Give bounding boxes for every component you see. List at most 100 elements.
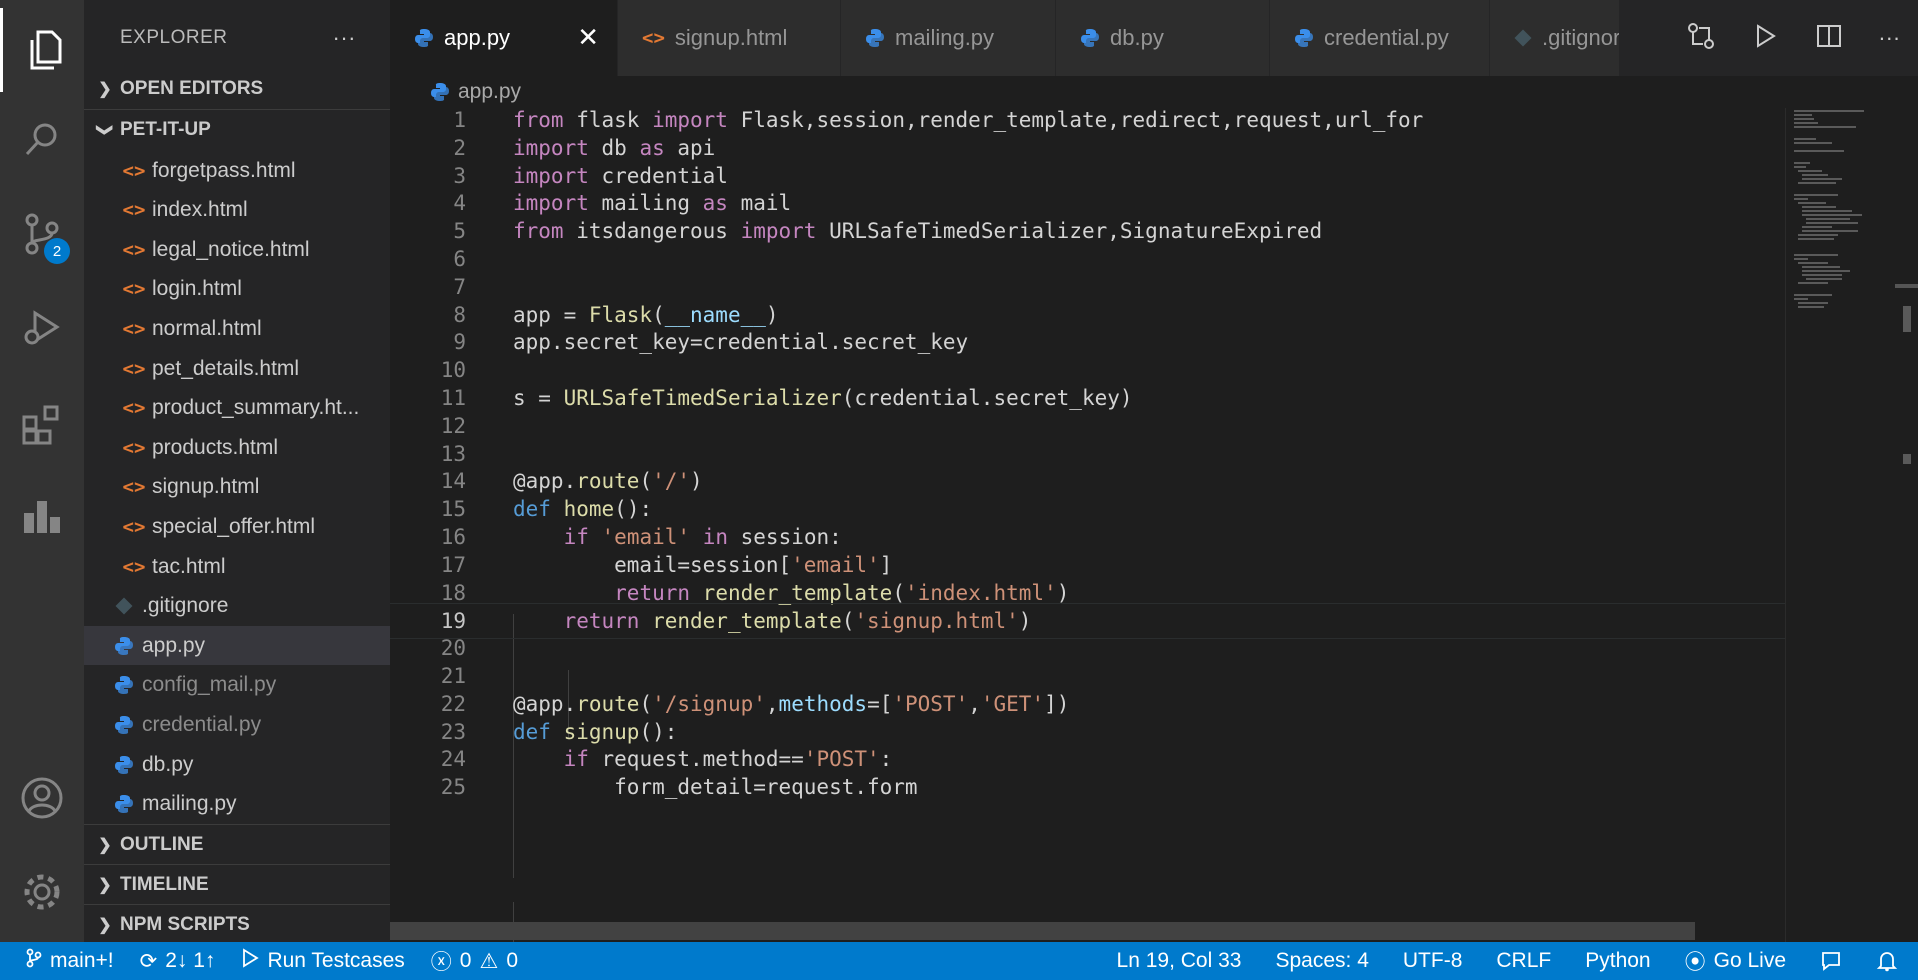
chevron-right-icon: ❯	[98, 917, 112, 934]
run-debug-icon[interactable]	[0, 286, 84, 370]
tab-label: .gitignore	[1542, 25, 1620, 50]
more-actions-icon[interactable]: ···	[333, 25, 356, 51]
horizontal-scrollbar[interactable]	[390, 922, 1695, 940]
error-icon: ⓧ	[430, 951, 452, 974]
file-item[interactable]: <> tac.html	[84, 547, 390, 586]
file-name: products.html	[152, 435, 279, 459]
settings-gear-icon[interactable]	[0, 850, 84, 934]
source-control-icon[interactable]	[0, 192, 84, 276]
html-icon: <>	[122, 238, 146, 261]
split-editor-icon[interactable]	[1815, 22, 1843, 55]
html-icon: <>	[122, 555, 146, 578]
editor-tab[interactable]: <> signup.html	[618, 0, 841, 76]
line-number: 14	[440, 469, 466, 494]
analytics-icon[interactable]	[0, 474, 84, 558]
scm-badge: 2	[44, 238, 70, 264]
editor-tab[interactable]: db.py	[1056, 0, 1270, 76]
git-icon	[110, 597, 138, 615]
line-number: 5	[453, 219, 466, 244]
encoding[interactable]: UTF-8	[1403, 949, 1463, 973]
section-label: NPM SCRIPTS	[120, 914, 250, 935]
line-number: 16	[440, 525, 466, 549]
editor-tab[interactable]: .gitignore	[1490, 0, 1620, 76]
editor-tab[interactable]: credential.py	[1270, 0, 1490, 76]
code-text: import mailing as mail	[513, 191, 792, 216]
section-label: TIMELINE	[120, 874, 209, 895]
warning-icon: ⚠	[479, 949, 499, 973]
section-project[interactable]: ❯ PET-IT-UP	[84, 109, 390, 150]
file-name: db.py	[142, 752, 194, 776]
indentation[interactable]: Spaces: 4	[1275, 949, 1368, 973]
feedback-icon[interactable]	[1820, 950, 1842, 972]
editor-tab[interactable]: mailing.py	[841, 0, 1056, 76]
vertical-scrollbar[interactable]	[1895, 108, 1918, 942]
file-item[interactable]: <> index.html	[84, 191, 390, 230]
section-label: OUTLINE	[120, 834, 204, 855]
editor-tab[interactable]: app.py ✕	[390, 0, 618, 76]
file-item[interactable]: <> pet_details.html	[84, 349, 390, 388]
run-file-icon[interactable]	[1751, 22, 1779, 55]
line-number: 10	[440, 358, 466, 383]
language-mode[interactable]: Python	[1585, 949, 1650, 973]
explorer-icon[interactable]	[0, 8, 84, 92]
file-item[interactable]: <> special_offer.html	[84, 507, 390, 546]
file-item[interactable]: <> signup.html	[84, 468, 390, 507]
file-item[interactable]: <> forgetpass.html	[84, 151, 390, 190]
close-tab-icon[interactable]: ✕	[577, 22, 599, 53]
file-name: signup.html	[152, 475, 260, 499]
file-item[interactable]: <> normal.html	[84, 309, 390, 348]
more-editor-actions-icon[interactable]: ···	[1878, 25, 1900, 51]
file-item[interactable]: <> products.html	[84, 428, 390, 467]
code-line[interactable]: 25 form_detail=request.form	[390, 770, 1785, 804]
line-number: 12	[440, 413, 466, 438]
file-item[interactable]: <> legal_notice.html	[84, 230, 390, 269]
file-item[interactable]: <> product_summary.ht...	[84, 389, 390, 428]
run-testcases-button[interactable]: Run Testcases	[241, 948, 405, 974]
extensions-icon[interactable]	[0, 382, 84, 466]
compare-changes-icon[interactable]	[1686, 21, 1716, 56]
scroll-thumb[interactable]	[1903, 306, 1911, 332]
notifications-bell-icon[interactable]	[1876, 950, 1898, 972]
code-text: if request.method=='POST':	[563, 747, 893, 772]
line-number: 24	[440, 747, 466, 772]
end-of-line[interactable]: CRLF	[1496, 949, 1551, 973]
file-item[interactable]: .gitignore	[84, 587, 390, 626]
python-icon	[1080, 28, 1100, 48]
section-timeline[interactable]: ❯ TIMELINE	[84, 864, 390, 905]
code-editor[interactable]: 1 from flask import Flask,session,render_…	[390, 108, 1785, 942]
file-name: product_summary.ht...	[152, 396, 360, 420]
line-number: 11	[440, 386, 466, 410]
code-text: email=session['email']	[513, 552, 893, 577]
cursor-position[interactable]: Ln 19, Col 33	[1117, 949, 1242, 973]
file-name: app.py	[142, 633, 206, 657]
line-number: 18	[440, 580, 466, 605]
python-icon	[865, 28, 885, 48]
sync-icon: ⟳	[139, 949, 158, 973]
minimap[interactable]	[1785, 108, 1896, 942]
line-number: 23	[440, 719, 466, 744]
status-bar: main+! ⟳ 2↓ 1↑ Run Testcases ⓧ 0 ⚠ 0 Ln …	[0, 942, 1918, 980]
error-count: 0	[459, 949, 472, 972]
file-item[interactable]: mailing.py	[84, 785, 390, 824]
problems-indicator[interactable]: ⓧ 0 ⚠ 0	[431, 946, 518, 976]
sync-indicator[interactable]: ⟳ 2↓ 1↑	[140, 949, 216, 974]
go-live-label: Go Live	[1713, 949, 1786, 972]
html-icon: <>	[122, 159, 146, 182]
section-open-editors[interactable]: ❯ OPEN EDITORS	[84, 69, 390, 109]
account-icon[interactable]	[0, 756, 84, 840]
go-live-button[interactable]: ⦿ Go Live	[1685, 946, 1786, 976]
line-number: 20	[440, 636, 466, 661]
search-icon[interactable]	[0, 98, 84, 182]
breadcrumb[interactable]: app.py	[390, 76, 1790, 108]
file-item[interactable]: app.py	[84, 626, 390, 666]
chevron-down-icon: ❯	[96, 123, 113, 137]
file-item[interactable]: <> login.html	[84, 270, 390, 309]
file-item[interactable]: db.py	[84, 745, 390, 784]
section-npm-scripts[interactable]: ❯ NPM SCRIPTS	[84, 904, 390, 945]
section-outline[interactable]: ❯ OUTLINE	[84, 824, 390, 865]
file-item[interactable]: config_mail.py	[84, 666, 390, 705]
file-item[interactable]: credential.py	[84, 705, 390, 744]
html-icon: <>	[122, 357, 146, 380]
play-icon	[241, 948, 260, 974]
branch-indicator[interactable]: main+!	[26, 948, 114, 974]
